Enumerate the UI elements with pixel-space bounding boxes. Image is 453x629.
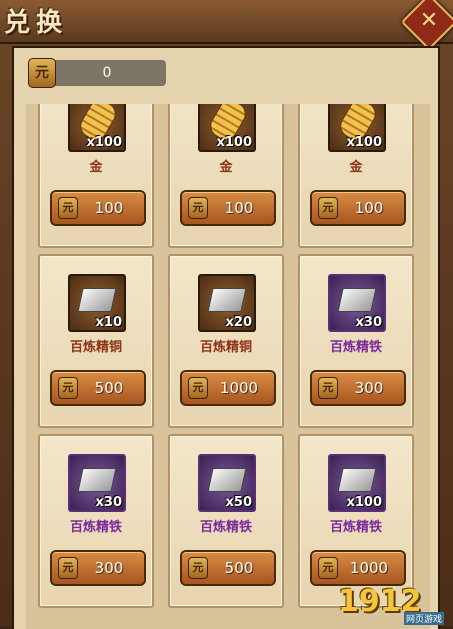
shop-window: 兑换 ✕ 元 0 x100 金元 100 x100 金元 100 x100 金元 100 x10 百… [0,0,453,629]
item-name: 百炼精铁 [329,340,382,355]
item-shape [337,468,377,492]
item-price: 300 [354,379,384,397]
item-price: 100 [354,199,384,217]
item-shape [207,468,247,492]
buy-button[interactable]: 元 1000 [310,550,406,586]
coin-icon: 元 [318,557,338,579]
coin-icon: 元 [318,377,338,399]
coin-icon: 元 [318,197,338,219]
item-card[interactable]: x100 百炼精铁元 1000 [298,434,414,608]
item-card[interactable]: x30 百炼精铁元 300 [298,254,414,428]
coin-icon: 元 [28,58,56,88]
item-name: 百炼精铁 [329,520,382,535]
buy-button[interactable]: 元 500 [180,550,276,586]
item-name: 百炼精铜 [199,340,252,355]
ingot-icon: x50 [198,454,256,512]
coin-icon: 元 [58,197,78,219]
item-name: 百炼精铁 [199,520,252,535]
buy-button[interactable]: 元 500 [50,370,146,406]
item-quantity: x30 [355,315,382,330]
buy-button[interactable]: 元 100 [50,190,146,226]
item-quantity: x100 [216,135,252,150]
item-quantity: x20 [225,315,252,330]
item-quantity: x50 [225,495,252,510]
item-price: 500 [94,379,124,397]
item-card[interactable]: x100 金元 100 [298,104,414,248]
item-card[interactable]: x100 金元 100 [168,104,284,248]
coin-icon: 元 [58,557,78,579]
item-quantity: x100 [86,135,122,150]
ingot-icon: x20 [198,274,256,332]
item-card[interactable]: x50 百炼精铁元 500 [168,434,284,608]
ingot-icon: x30 [328,274,386,332]
buy-button[interactable]: 元 100 [310,190,406,226]
coin-icon: 元 [58,377,78,399]
item-price: 1000 [219,379,259,397]
item-quantity: x30 [95,495,122,510]
ingot-icon: x10 [68,274,126,332]
ingot-icon: x100 [328,454,386,512]
watermark-sub: 网页游戏 [404,612,445,625]
item-name: 百炼精铜 [69,340,122,355]
item-name: 金 [89,160,103,175]
item-name: 金 [349,160,363,175]
buy-button[interactable]: 元 300 [50,550,146,586]
item-card[interactable]: x10 百炼精铜元 500 [38,254,154,428]
gold-bar-icon: x100 [328,104,386,152]
coin-icon: 元 [188,557,208,579]
title-bar: 兑换 ✕ [0,0,453,51]
item-shape [337,288,377,312]
buy-button[interactable]: 元 1000 [180,370,276,406]
currency-balance: 元 0 [28,58,166,88]
item-price: 1000 [349,559,389,577]
item-shape [77,288,117,312]
item-price: 100 [94,199,124,217]
item-quantity: x10 [95,315,122,330]
item-price: 300 [94,559,124,577]
item-price: 500 [224,559,254,577]
item-name: 百炼精铁 [69,520,122,535]
item-quantity: x100 [346,495,382,510]
close-button[interactable]: ✕ [400,0,453,51]
close-icon: ✕ [419,8,439,33]
coin-icon: 元 [188,377,208,399]
ingot-icon: x30 [68,454,126,512]
buy-button[interactable]: 元 300 [310,370,406,406]
item-shape [77,468,117,492]
item-card[interactable]: x20 百炼精铜元 1000 [168,254,284,428]
gold-bar-icon: x100 [68,104,126,152]
page-title: 兑换 [4,8,69,38]
item-shape [207,288,247,312]
coin-icon: 元 [188,197,208,219]
item-grid[interactable]: x100 金元 100 x100 金元 100 x100 金元 100 x10 百炼精铜元 500 x2… [26,104,430,629]
gold-bar-icon: x100 [198,104,256,152]
buy-button[interactable]: 元 100 [180,190,276,226]
currency-amount: 0 [102,65,112,81]
item-price: 100 [224,199,254,217]
item-card[interactable]: x30 百炼精铁元 300 [38,434,154,608]
shop-panel: 元 0 x100 金元 100 x100 金元 100 x100 金元 100 x10 百炼精铜元 5… [12,46,440,629]
item-card[interactable]: x100 金元 100 [38,104,154,248]
item-quantity: x100 [346,135,382,150]
site-watermark: 1912 网页游戏 [338,584,450,625]
item-name: 金 [219,160,233,175]
